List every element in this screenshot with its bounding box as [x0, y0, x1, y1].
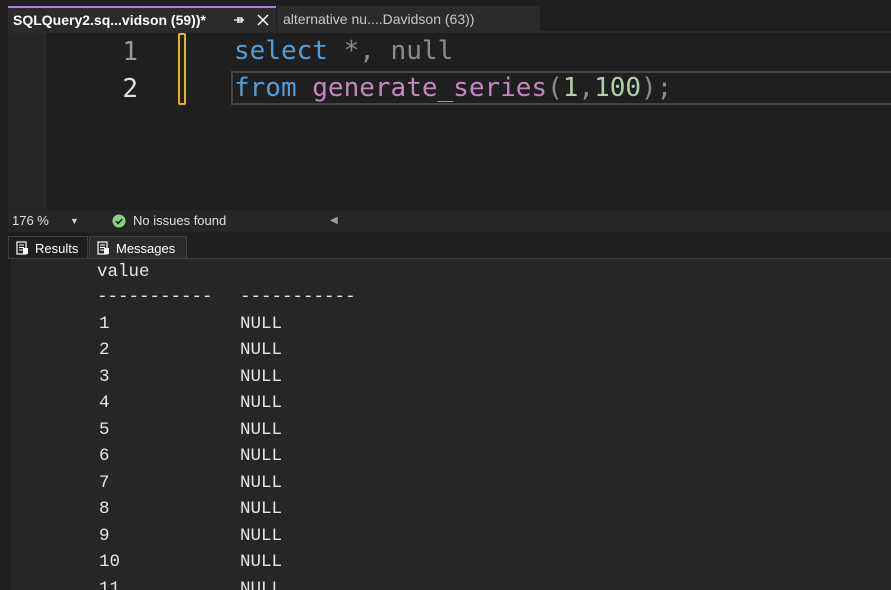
tab-sqlquery2[interactable]: SQLQuery2.sq...vidson (59))* [8, 6, 276, 31]
editor-gutter-divider [45, 33, 46, 209]
cell-null: NULL [240, 446, 283, 466]
cell-null: NULL [240, 578, 283, 590]
cell-null: NULL [240, 472, 283, 493]
select-list: *, null [327, 36, 454, 66]
column-header-value: value [97, 262, 150, 282]
cell-value: 6 [99, 446, 110, 466]
arg-stop: 100 [594, 73, 642, 103]
cell-null: NULL [240, 552, 283, 572]
keyword-from: from [234, 73, 297, 103]
cell-value: 3 [99, 366, 110, 387]
cell-value: 9 [99, 525, 110, 546]
cell-null: NULL [240, 499, 283, 519]
code-line-2[interactable]: from generate_series(1,100); [234, 70, 672, 106]
pin-icon[interactable] [233, 13, 247, 27]
results-tab-strip: Results Messages [8, 232, 891, 259]
chevron-down-icon: ▼ [70, 216, 79, 226]
editor-status-bar: 176 % ▼ No issues found ◀ [8, 210, 891, 232]
cell-null: NULL [240, 419, 283, 440]
table-row[interactable]: 4 NULL [8, 390, 891, 417]
paren-close: ); [641, 73, 673, 103]
line-number: 1 [122, 37, 138, 67]
unsaved-change-marker [178, 33, 186, 105]
cell-null: NULL [240, 366, 283, 387]
tab-results-label: Results [35, 240, 79, 256]
zoom-dropdown[interactable]: 176 % ▼ [8, 210, 84, 232]
cell-value: 11 [99, 578, 121, 590]
messages-icon [97, 241, 109, 255]
function-name: generate_series [312, 73, 548, 103]
tab-messages-label: Messages [116, 240, 176, 256]
sql-editor[interactable]: 1 2 select *, null from generate_series(… [8, 33, 891, 209]
results-grid-icon [16, 241, 28, 255]
table-row[interactable]: 8 NULL [8, 496, 891, 523]
table-row[interactable]: 6 NULL [8, 443, 891, 470]
close-icon[interactable] [256, 13, 270, 27]
cell-value: 7 [99, 472, 110, 493]
zoom-level: 176 % [12, 213, 49, 228]
cell-null: NULL [240, 340, 283, 360]
cell-null: NULL [240, 393, 283, 413]
line-number: 2 [122, 74, 138, 104]
cell-value: 1 [99, 313, 110, 334]
table-row[interactable]: 10 NULL [8, 549, 891, 576]
issues-status[interactable]: No issues found [133, 210, 226, 232]
check-circle-icon [112, 214, 126, 228]
tab-title: alternative nu....Davidson (63)) [283, 10, 475, 27]
column-underline-1: ----------- [97, 287, 213, 307]
scroll-left-arrow-icon[interactable]: ◀ [330, 210, 338, 232]
code-line-1[interactable]: select *, null [234, 33, 453, 69]
table-row[interactable]: 7 NULL [8, 470, 891, 497]
tab-results[interactable]: Results [8, 236, 88, 259]
cell-value: 8 [99, 499, 110, 519]
arg-comma: , [578, 73, 595, 103]
table-row[interactable]: 1 NULL [8, 311, 891, 338]
cell-value: 2 [99, 340, 110, 360]
cell-null: NULL [240, 525, 283, 546]
document-tab-strip: SQLQuery2.sq...vidson (59))* alternative… [0, 0, 891, 33]
cell-value: 5 [99, 419, 110, 440]
cell-value: 4 [99, 393, 110, 413]
results-pane[interactable]: value ----------- ----------- 1 NULL 2 NULL… [8, 259, 891, 590]
tab-messages[interactable]: Messages [89, 236, 187, 259]
cell-null: NULL [240, 313, 283, 334]
table-row[interactable]: 5 NULL [8, 417, 891, 444]
table-row[interactable]: 3 NULL [8, 364, 891, 391]
table-row[interactable]: 9 NULL [8, 523, 891, 550]
table-row[interactable]: 2 NULL [8, 337, 891, 364]
cell-value: 10 [99, 552, 121, 572]
editor-margin [8, 33, 45, 209]
column-underline-2: ----------- [240, 287, 356, 307]
table-row[interactable]: 11 NULL [8, 576, 891, 590]
tab-alternative[interactable]: alternative nu....Davidson (63)) [277, 6, 540, 31]
keyword-select: select [234, 36, 328, 66]
tab-title: SQLQuery2.sq...vidson (59))* [13, 11, 206, 28]
arg-start: 1 [562, 73, 579, 103]
paren-open: ( [547, 73, 563, 103]
